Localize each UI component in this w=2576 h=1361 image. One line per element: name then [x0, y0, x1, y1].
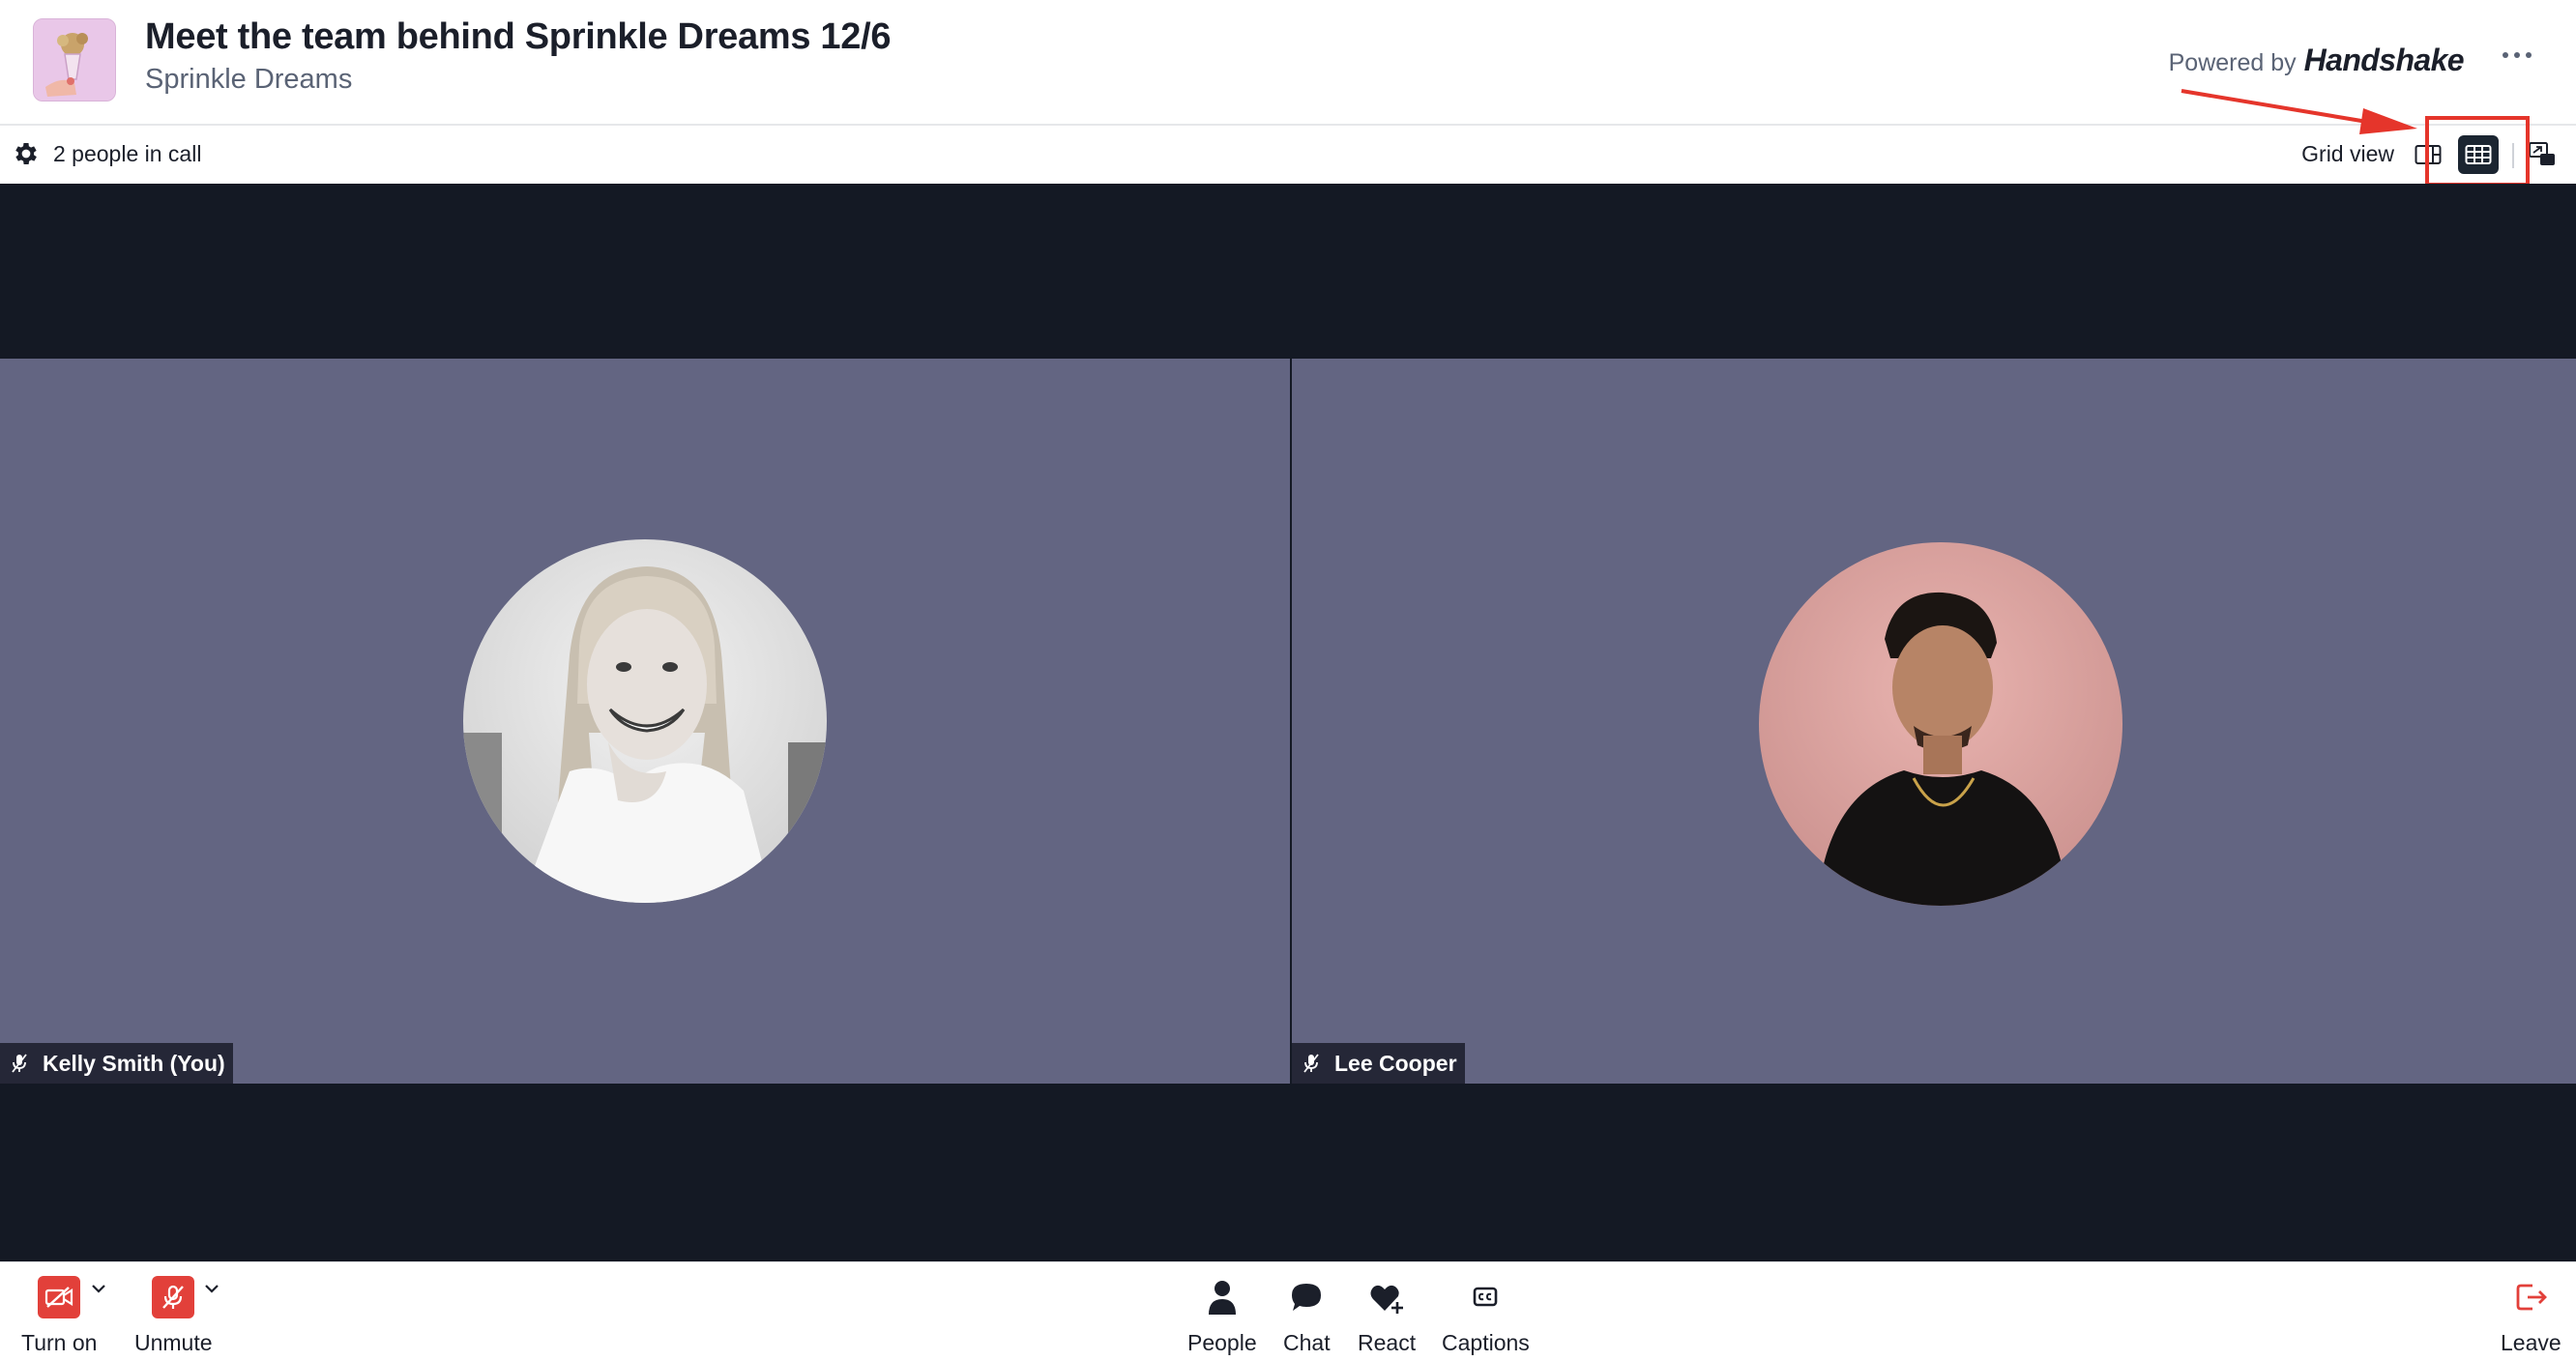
view-mode-label: Grid view [2301, 141, 2394, 166]
participant-name: Kelly Smith (You) [43, 1050, 225, 1076]
react-button[interactable]: React [1358, 1276, 1416, 1356]
participant-tile[interactable]: Lee Cooper [1292, 359, 2576, 1084]
powered-by: Powered by Handshake [2168, 43, 2465, 78]
leave-button-label: Leave [2501, 1330, 2561, 1355]
captions-button[interactable]: Captions [1442, 1276, 1530, 1356]
participant-tile[interactable]: Kelly Smith (You) [0, 359, 1290, 1084]
muted-mic-icon [12, 1054, 27, 1073]
toolbar-divider [2512, 143, 2514, 168]
speaker-view-button[interactable] [2408, 135, 2448, 174]
captions-button-label: Captions [1442, 1330, 1530, 1355]
participant-name-tag: Kelly Smith (You) [0, 1043, 233, 1084]
gear-icon[interactable] [12, 139, 41, 168]
more-options-button[interactable] [2495, 41, 2539, 70]
chat-button[interactable]: Chat [1283, 1276, 1331, 1356]
grid-view-icon [2465, 145, 2492, 164]
camera-button-label: Turn on [21, 1330, 98, 1355]
camera-toggle-button[interactable]: Turn on [21, 1276, 97, 1356]
avatar [463, 539, 827, 903]
mic-off-icon [152, 1276, 195, 1318]
call-toolbar: 2 people in call Grid view [0, 126, 2576, 184]
more-dot [2503, 52, 2508, 58]
speaker-view-icon [2415, 145, 2442, 164]
grid-view-button[interactable] [2458, 135, 2499, 174]
heart-plus-icon [1370, 1285, 1404, 1314]
event-organizer: Sprinkle Dreams [145, 64, 353, 95]
closed-captions-icon [1474, 1287, 1498, 1307]
leave-icon [2516, 1284, 2548, 1311]
mic-options-chevron-down-icon[interactable] [202, 1282, 221, 1295]
chat-button-label: Chat [1283, 1330, 1331, 1355]
event-thumbnail [33, 18, 116, 101]
participant-count: 2 people in call [53, 141, 202, 166]
video-stage: Kelly Smith (You) Lee Cooper [0, 184, 2576, 1261]
participant-name-tag: Lee Cooper [1292, 1043, 1465, 1084]
handshake-logo: Handshake [2303, 43, 2465, 77]
avatar [1759, 542, 2122, 906]
people-button[interactable]: People [1187, 1276, 1257, 1356]
participant-name: Lee Cooper [1334, 1050, 1457, 1076]
chat-bubble-icon [1292, 1284, 1322, 1311]
person-icon [1208, 1281, 1236, 1315]
more-dot [2514, 52, 2520, 58]
react-button-label: React [1358, 1330, 1417, 1355]
picture-in-picture-button[interactable] [2522, 135, 2562, 174]
camera-off-icon [38, 1276, 81, 1318]
powered-by-label: Powered by [2168, 49, 2297, 76]
camera-options-chevron-down-icon[interactable] [89, 1282, 108, 1295]
mic-toggle-button[interactable]: Unmute [134, 1276, 213, 1356]
leave-call-button[interactable]: Leave [2501, 1276, 2561, 1356]
header: Meet the team behind Sprinkle Dreams 12/… [0, 0, 2576, 126]
picture-in-picture-icon [2529, 142, 2555, 165]
people-button-label: People [1187, 1330, 1257, 1355]
mic-button-label: Unmute [134, 1330, 213, 1355]
muted-mic-icon [1303, 1054, 1319, 1073]
more-dot [2526, 52, 2532, 58]
call-controls-bar: Turn on Unmute People Chat React Caption… [0, 1261, 2576, 1361]
page-title: Meet the team behind Sprinkle Dreams 12/… [145, 16, 892, 57]
